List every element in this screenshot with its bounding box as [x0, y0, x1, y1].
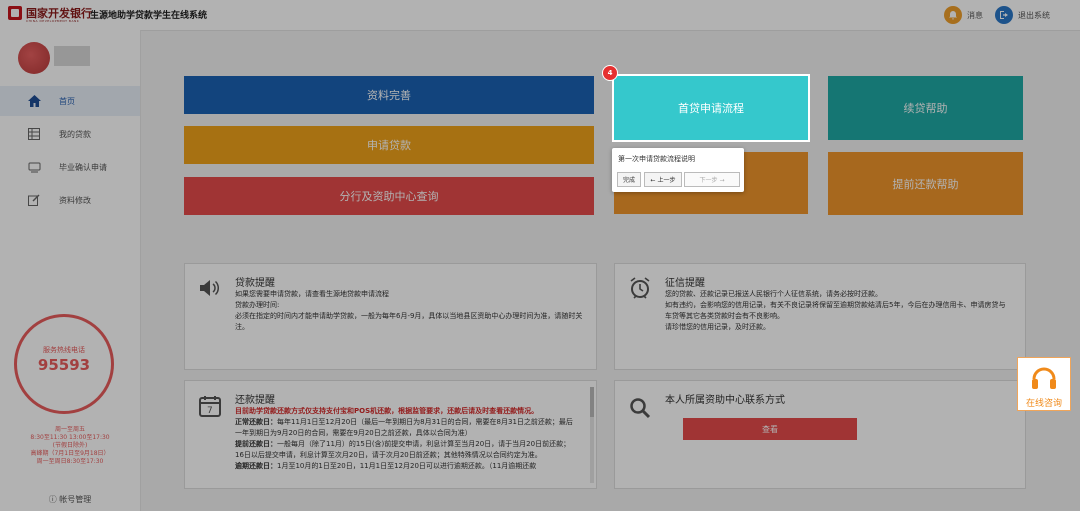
tour-text: 第一次申请贷款流程说明: [618, 155, 695, 163]
tour-popover: 第一次申请贷款流程说明 完成 ← 上一步 下一步 →: [612, 148, 744, 192]
tour-prev-button[interactable]: ← 上一步: [644, 172, 682, 187]
headset-icon: [1031, 363, 1057, 397]
first-loan-flow-button[interactable]: 首贷申请流程: [612, 74, 810, 142]
tour-step-badge: 4: [602, 65, 618, 81]
tour-overlay: [0, 0, 1080, 511]
online-consult-label: 在线咨询: [1025, 399, 1062, 409]
tour-done-button[interactable]: 完成: [617, 172, 641, 187]
tour-next-button[interactable]: 下一步 →: [684, 172, 740, 187]
online-consult-button[interactable]: 在线咨询: [1017, 357, 1071, 411]
